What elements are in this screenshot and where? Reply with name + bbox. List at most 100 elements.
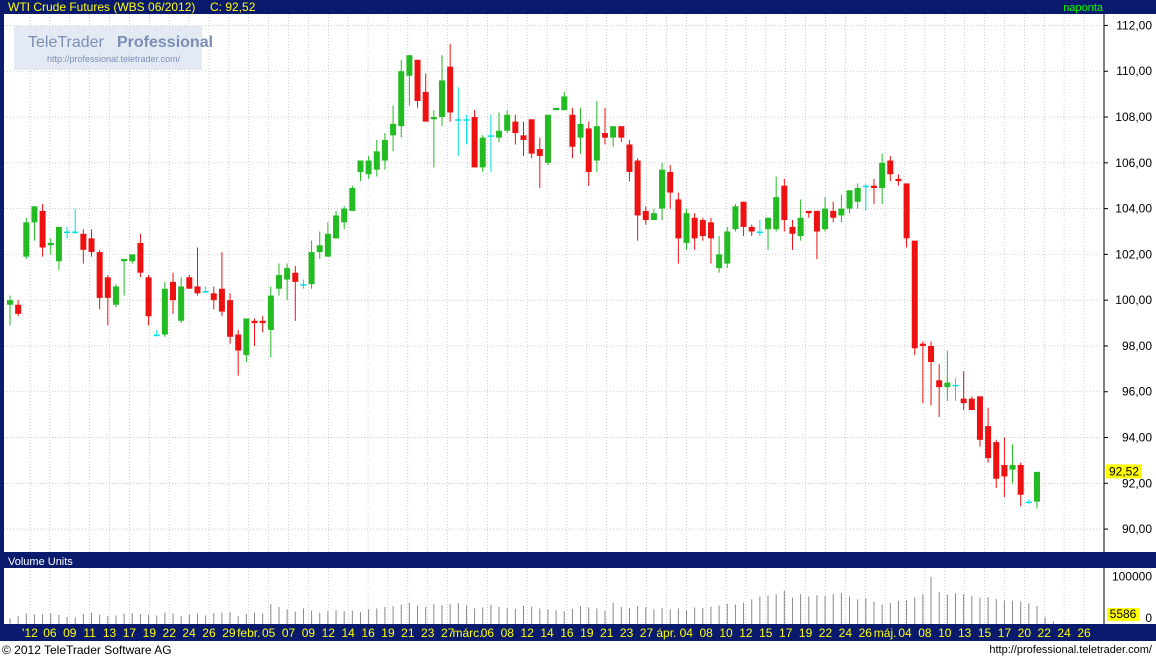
x-tick-label: 08 bbox=[699, 626, 713, 640]
candle bbox=[691, 213, 698, 250]
period-label: naponta bbox=[1063, 2, 1104, 14]
x-tick-label: 04 bbox=[680, 626, 694, 640]
y-tick-label: 108,00 bbox=[1115, 110, 1152, 124]
candle bbox=[349, 185, 356, 211]
candle bbox=[593, 100, 600, 172]
candle-body bbox=[39, 210, 46, 248]
candle-body bbox=[593, 126, 600, 161]
candle-body bbox=[227, 300, 234, 337]
candle bbox=[414, 59, 421, 108]
candle-body bbox=[781, 185, 788, 221]
y-tick-label: 102,00 bbox=[1115, 247, 1152, 261]
candle-body bbox=[463, 119, 470, 121]
x-tick-label: máj. bbox=[874, 626, 897, 640]
candle-body bbox=[398, 71, 405, 127]
x-tick-label: 22 bbox=[163, 626, 177, 640]
candle bbox=[1001, 437, 1008, 498]
candle bbox=[80, 229, 87, 264]
footer-url[interactable]: http://professional.teletrader.com/ bbox=[989, 644, 1152, 656]
volume-title-bar bbox=[0, 552, 1156, 568]
candle bbox=[153, 329, 160, 337]
candle bbox=[284, 263, 291, 301]
watermark-brand: TeleTrader bbox=[28, 34, 105, 51]
candle-body bbox=[707, 222, 714, 239]
candle-body bbox=[479, 137, 486, 168]
candle-body bbox=[520, 135, 527, 140]
candle bbox=[137, 233, 144, 278]
x-tick-label: '12 bbox=[22, 626, 38, 640]
x-tick-label: 24 bbox=[182, 626, 196, 640]
x-tick-label: 26 bbox=[202, 626, 216, 640]
candle bbox=[553, 107, 560, 111]
x-tick-label: 14 bbox=[342, 626, 356, 640]
candle bbox=[602, 107, 609, 145]
candle bbox=[870, 178, 877, 205]
candle bbox=[373, 139, 380, 177]
x-tick-label: 15 bbox=[759, 626, 773, 640]
x-tick-label: 12 bbox=[520, 626, 534, 640]
candle-body bbox=[659, 169, 666, 209]
candle-body bbox=[137, 242, 144, 273]
candle-body bbox=[773, 197, 780, 230]
candle-body bbox=[447, 66, 454, 113]
x-tick-label: 29 bbox=[222, 626, 236, 640]
candle bbox=[846, 190, 853, 214]
x-tick-label: 19 bbox=[580, 626, 594, 640]
candle-body bbox=[414, 59, 421, 101]
candle bbox=[683, 208, 690, 250]
candle-body bbox=[748, 226, 755, 232]
candle-body bbox=[675, 199, 682, 239]
candle-body bbox=[919, 343, 926, 346]
y-tick-label: 100,00 bbox=[1115, 293, 1152, 307]
candle-body bbox=[88, 238, 95, 253]
y-tick-label: 96,00 bbox=[1122, 385, 1152, 399]
candle-body bbox=[72, 231, 79, 233]
candle bbox=[341, 206, 348, 230]
chart-title: WTI Crude Futures (WBS 06/2012) bbox=[8, 0, 195, 14]
candle bbox=[210, 286, 217, 310]
candle bbox=[936, 364, 943, 417]
candle bbox=[479, 135, 486, 172]
candle-body bbox=[805, 210, 812, 214]
candle-body bbox=[365, 160, 372, 175]
candle bbox=[577, 107, 584, 154]
candle bbox=[31, 206, 38, 241]
candle-body bbox=[121, 258, 128, 262]
candle-body bbox=[251, 320, 258, 324]
candle bbox=[430, 110, 437, 168]
candle-body bbox=[985, 426, 992, 459]
x-tick-label: 24 bbox=[839, 626, 853, 640]
candle-body bbox=[683, 213, 690, 243]
candle-body bbox=[960, 398, 967, 404]
candle bbox=[610, 126, 617, 147]
candle-body bbox=[618, 126, 625, 138]
candle-body bbox=[952, 384, 959, 387]
candle bbox=[520, 121, 527, 156]
candle bbox=[316, 231, 323, 259]
candle bbox=[650, 208, 657, 221]
candle-body bbox=[854, 187, 861, 202]
candle-body bbox=[422, 91, 429, 122]
candle-body bbox=[349, 187, 356, 211]
x-tick-label: 19 bbox=[143, 626, 157, 640]
candle-body bbox=[862, 185, 869, 188]
candle-body bbox=[259, 320, 266, 324]
candle-body bbox=[699, 220, 706, 237]
x-tick-label: 09 bbox=[302, 626, 316, 640]
y-tick-label: 106,00 bbox=[1115, 156, 1152, 170]
candle bbox=[659, 162, 666, 221]
candle-body bbox=[267, 295, 274, 330]
candle bbox=[748, 224, 755, 237]
candle-body bbox=[553, 107, 560, 111]
candle-body bbox=[194, 286, 201, 294]
x-tick-label: 06 bbox=[43, 626, 57, 640]
candle-body bbox=[822, 208, 829, 230]
candle bbox=[879, 153, 886, 205]
candle bbox=[235, 329, 242, 376]
candle-body bbox=[903, 183, 910, 239]
candle bbox=[618, 126, 625, 143]
candle-body bbox=[756, 231, 763, 233]
candle-body bbox=[634, 160, 641, 216]
candle-body bbox=[732, 206, 739, 230]
candle bbox=[968, 396, 975, 411]
